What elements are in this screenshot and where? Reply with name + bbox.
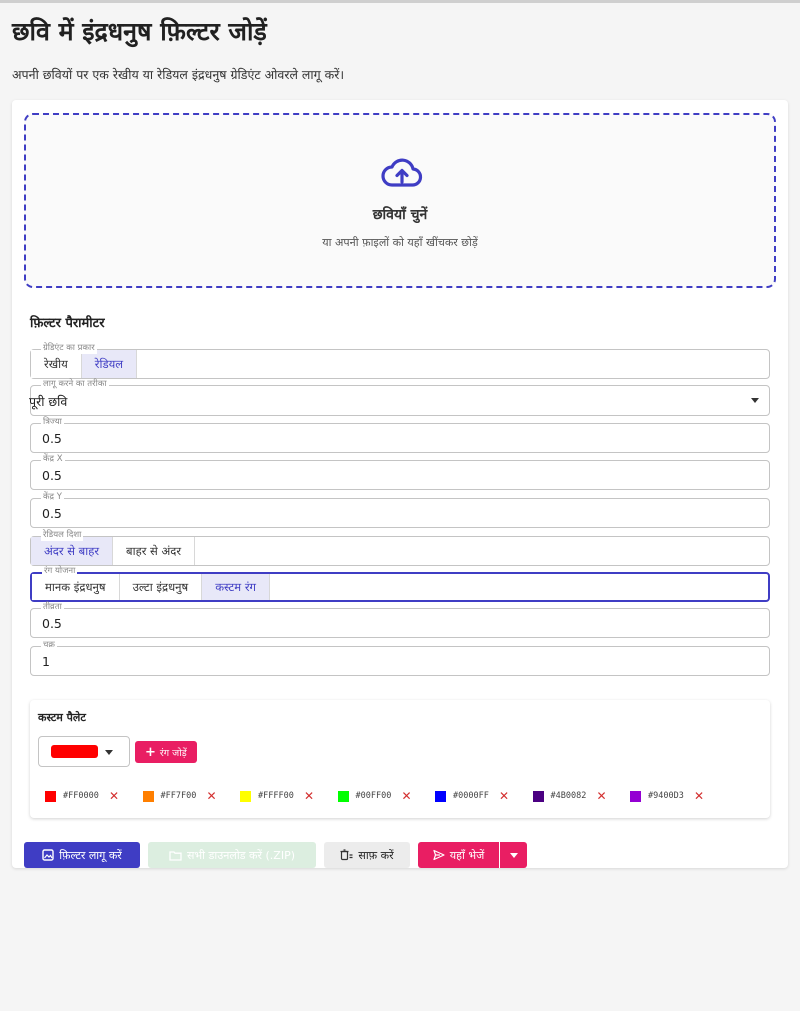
palette-chip: #FFFF00 ✕: [233, 788, 331, 804]
close-icon[interactable]: ✕: [694, 789, 704, 803]
gradient-type-label: ग्रेडिएंट का प्रकार: [41, 343, 97, 354]
radius-value: 0.5: [42, 431, 62, 446]
color-hex: #9400D3: [648, 791, 684, 801]
apply-method-value: पूरी छवि: [29, 394, 68, 409]
color-scheme-custom[interactable]: कस्टम रंग: [202, 574, 271, 600]
radial-direction-group: अंदर से बाहर बाहर से अंदर रेडियल दिशा: [30, 530, 770, 566]
close-icon[interactable]: ✕: [499, 789, 509, 803]
close-icon[interactable]: ✕: [597, 789, 607, 803]
color-scheme-group: मानक इंद्रधनुष उल्टा इंद्रधनुष कस्टम रंग…: [30, 566, 770, 602]
intensity-value: 0.5: [42, 616, 62, 631]
chevron-down-icon: [509, 852, 518, 858]
custom-palette-card: कस्टम पैलेट + रंग जोड़ें #FF0000 ✕ #FF7F0…: [30, 700, 770, 818]
download-all-button[interactable]: सभी डाउनलोड करें (.ZIP): [148, 842, 316, 868]
radius-label: त्रिज्या: [41, 417, 64, 428]
center-x-value: 0.5: [42, 468, 62, 483]
page-title: छवि में इंद्रधनुष फ़िल्टर जोड़ें: [12, 17, 267, 46]
gradient-type-linear[interactable]: रेखीय: [31, 350, 82, 378]
palette-chip: #0000FF ✕: [428, 788, 526, 804]
chevron-down-icon: [751, 398, 759, 403]
color-swatch: [45, 790, 56, 802]
send-label: यहाँ भेजें: [449, 848, 485, 862]
download-all-label: सभी डाउनलोड करें (.ZIP): [186, 848, 295, 862]
cycles-input[interactable]: चक्र 1: [30, 640, 770, 676]
center-y-label: केंद्र Y: [41, 492, 64, 503]
close-icon[interactable]: ✕: [402, 789, 412, 803]
radius-input[interactable]: त्रिज्या 0.5: [30, 417, 770, 453]
close-icon[interactable]: ✕: [109, 789, 119, 803]
cycles-label: चक्र: [41, 640, 57, 651]
apply-filter-label: फ़िल्टर लागू करें: [59, 848, 122, 862]
image-icon: [42, 849, 54, 861]
params-section-title: फ़िल्टर पैरामीटर: [30, 316, 105, 331]
center-y-input[interactable]: केंद्र Y 0.5: [30, 492, 770, 528]
color-hex: #FF7F00: [160, 791, 197, 801]
add-color-label: रंग जोड़ें: [159, 747, 187, 759]
palette-title: कस्टम पैलेट: [38, 711, 86, 724]
radial-direction-outside-in[interactable]: बाहर से अंदर: [113, 537, 196, 565]
apply-method-select[interactable]: लागू करने का तरीका पूरी छवि: [29, 379, 770, 416]
color-hex: #FFFF00: [258, 791, 294, 801]
color-swatch: [337, 790, 349, 802]
color-swatch: [532, 790, 544, 802]
color-hex: #00FF00: [355, 791, 392, 801]
close-icon[interactable]: ✕: [207, 789, 217, 803]
page-subtitle: अपनी छवियों पर एक रेखीय या रेडियल इंद्रध…: [12, 67, 345, 82]
palette-chip: #00FF00 ✕: [331, 788, 429, 804]
intensity-input[interactable]: तीव्रता 0.5: [30, 602, 770, 638]
gradient-type-radial[interactable]: रेडियल: [81, 350, 138, 378]
dropzone-title: छवियाँ चुनें: [372, 207, 428, 223]
image-dropzone[interactable]: छवियाँ चुनें या अपनी फ़ाइलों को यहाँ खीं…: [24, 113, 776, 288]
color-swatch: [435, 790, 446, 802]
palette-chip: #FF7F00 ✕: [136, 788, 234, 804]
color-picker[interactable]: [38, 736, 130, 767]
color-swatch: [142, 790, 154, 802]
palette-chips: #FF0000 ✕ #FF7F00 ✕ #FFFF00 ✕ #00FF00 ✕ #000…: [38, 788, 721, 804]
intensity-label: तीव्रता: [41, 602, 64, 613]
close-icon[interactable]: ✕: [304, 789, 314, 803]
color-swatch: [240, 790, 251, 802]
dropzone-subtitle: या अपनी फ़ाइलों को यहाँ खींचकर छोड़ें: [322, 236, 478, 249]
plus-icon: +: [145, 744, 156, 760]
center-y-value: 0.5: [42, 506, 62, 521]
send-icon: [433, 849, 445, 861]
main-card: छवियाँ चुनें या अपनी फ़ाइलों को यहाँ खीं…: [12, 100, 788, 868]
radial-direction-label: रेडियल दिशा: [41, 530, 84, 541]
send-button[interactable]: यहाँ भेजें: [418, 842, 499, 868]
palette-chip: #9400D3 ✕: [623, 788, 721, 804]
palette-chip: #FF0000 ✕: [38, 788, 136, 804]
color-scheme-reverse[interactable]: उल्टा इंद्रधनुष: [119, 574, 203, 600]
center-x-input[interactable]: केंद्र X 0.5: [30, 454, 770, 490]
apply-filter-button[interactable]: फ़िल्टर लागू करें: [24, 842, 140, 868]
clear-all-icon: [340, 849, 353, 861]
send-menu-button[interactable]: [500, 842, 527, 868]
folder-icon: [169, 850, 182, 861]
color-hex: #4B0082: [550, 791, 587, 801]
color-hex: #0000FF: [453, 791, 489, 801]
cycles-value: 1: [42, 654, 50, 669]
gradient-type-group: रेखीय रेडियल ग्रेडिएंट का प्रकार: [30, 343, 770, 379]
top-border: [0, 0, 800, 3]
palette-chip: #4B0082 ✕: [526, 788, 624, 804]
color-scheme-standard[interactable]: मानक इंद्रधनुष: [32, 574, 120, 600]
clear-button[interactable]: साफ़ करें: [324, 842, 410, 868]
apply-method-label: लागू करने का तरीका: [41, 379, 109, 390]
radial-direction-inside-out[interactable]: अंदर से बाहर: [31, 537, 114, 565]
color-swatch: [630, 790, 641, 802]
center-x-label: केंद्र X: [41, 454, 65, 465]
clear-label: साफ़ करें: [358, 848, 394, 862]
chevron-down-icon: [105, 750, 113, 755]
picker-swatch: [51, 745, 98, 758]
cloud-upload-icon: [381, 157, 423, 189]
color-scheme-label: रंग योजना: [42, 566, 78, 577]
add-color-button[interactable]: + रंग जोड़ें: [135, 741, 197, 763]
color-hex: #FF0000: [63, 791, 99, 801]
